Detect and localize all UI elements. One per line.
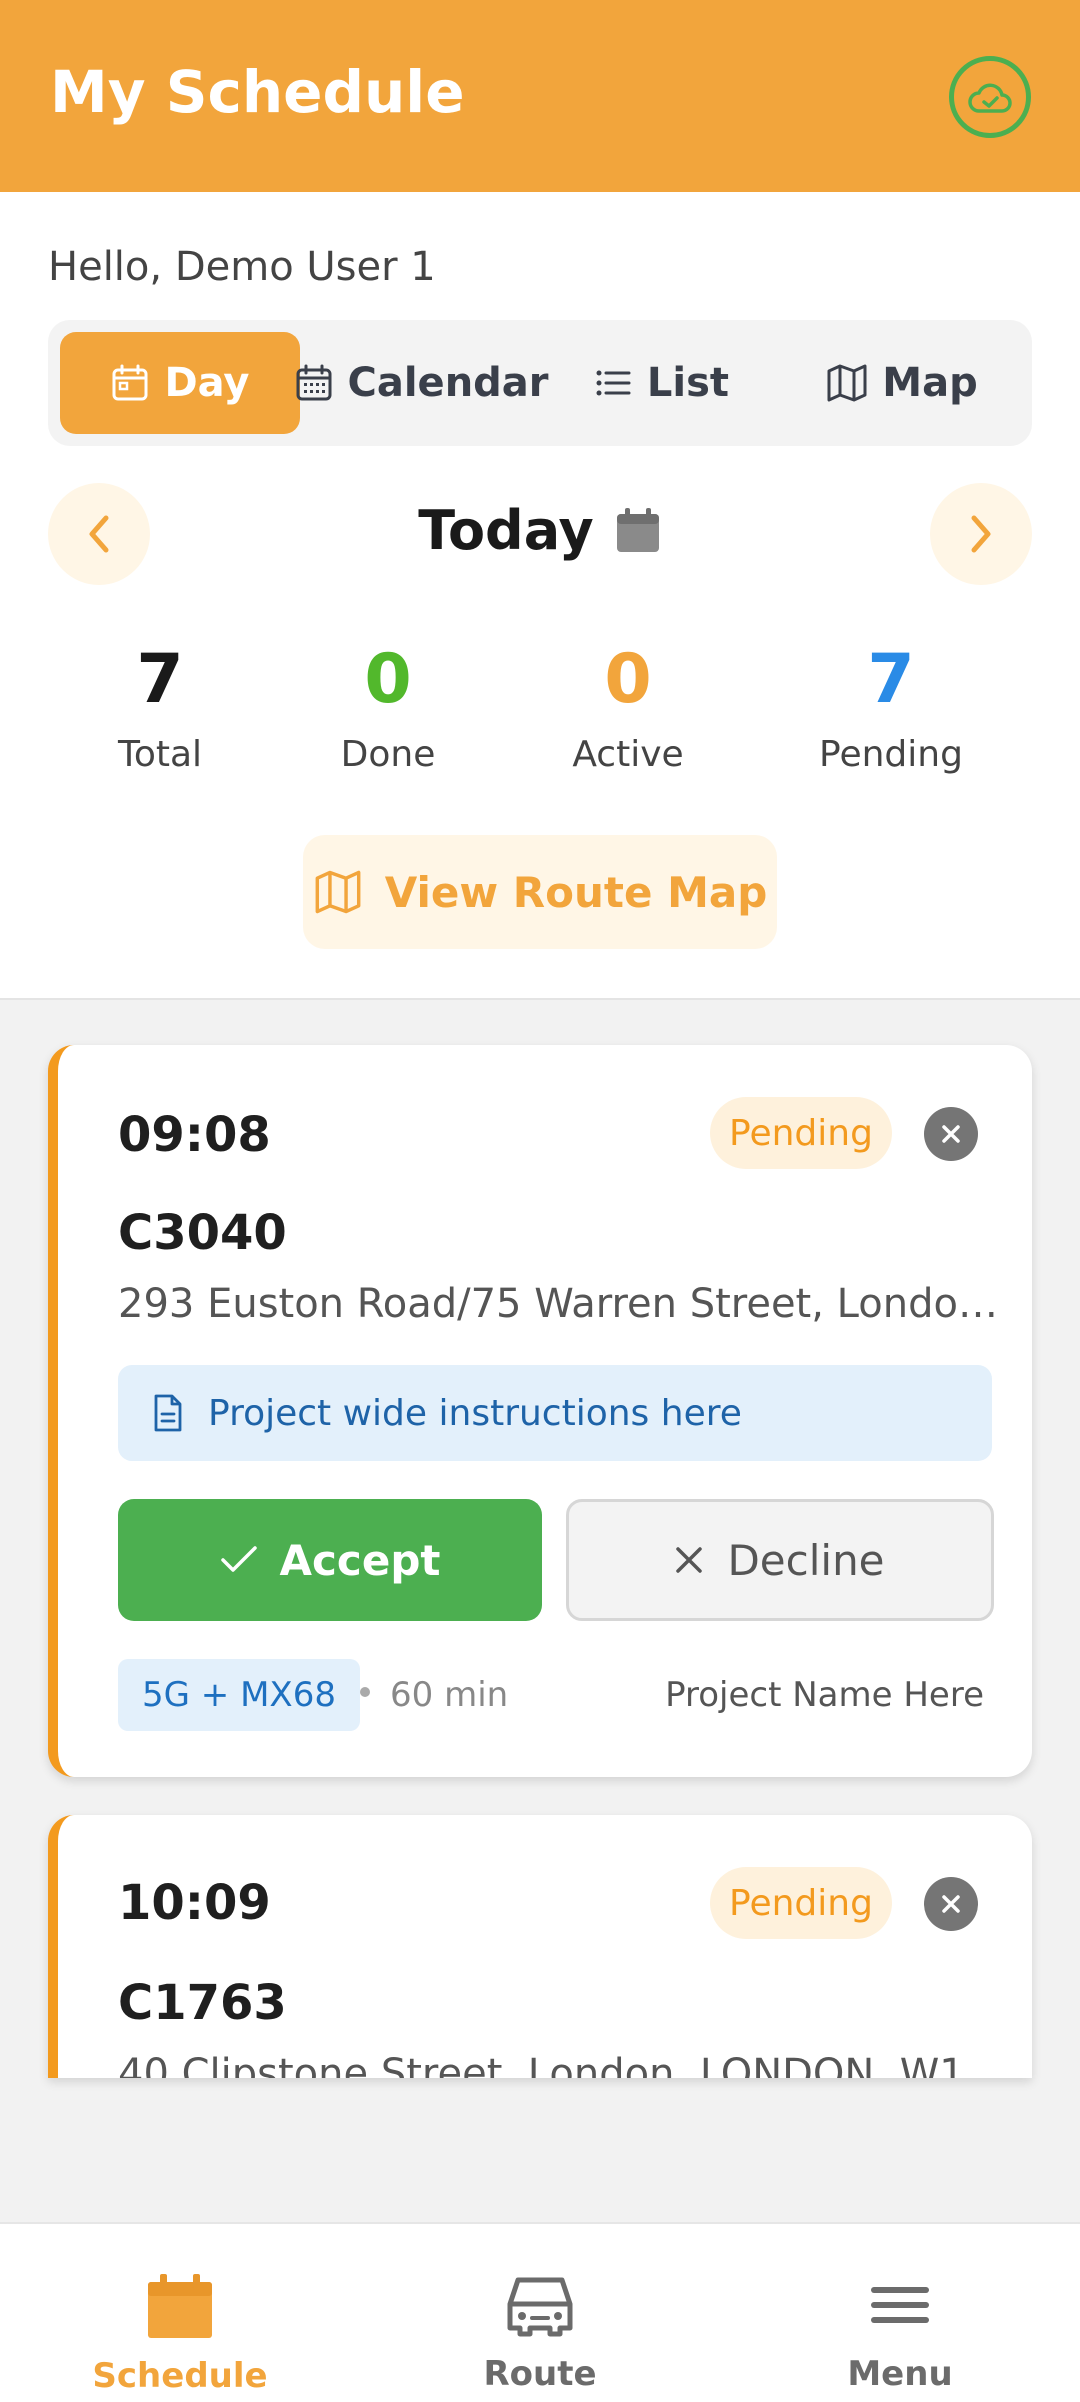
job-instructions-text: Project wide instructions here xyxy=(208,1392,742,1434)
check-icon xyxy=(220,1546,257,1572)
tab-list[interactable]: List xyxy=(542,332,780,434)
view-route-map-button[interactable]: View Route Map xyxy=(303,835,777,949)
app-header: My Schedule xyxy=(0,0,1080,192)
stat-total-value: 7 xyxy=(136,640,184,719)
list-icon xyxy=(596,370,631,396)
page-title: My Schedule xyxy=(50,58,465,126)
nav-route[interactable]: Route xyxy=(360,2224,720,2402)
bottom-navigation: Schedule Route Menu xyxy=(0,2222,1080,2402)
tab-day-label: Day xyxy=(164,360,250,406)
separator-dot xyxy=(360,1687,370,1697)
map-icon xyxy=(315,870,361,914)
greeting-text: Hello, Demo User 1 xyxy=(48,244,436,290)
status-badge: Pending xyxy=(710,1867,892,1939)
close-icon xyxy=(676,1547,703,1573)
nav-menu-label: Menu xyxy=(847,2354,953,2394)
stat-active: 0 Active xyxy=(528,640,728,775)
decline-button[interactable]: Decline xyxy=(566,1499,994,1621)
stat-done-label: Done xyxy=(340,734,436,775)
job-card[interactable]: 09:08 Pending C3040 293 Euston Road/75 W… xyxy=(48,1045,1032,1777)
stat-done-value: 0 xyxy=(364,640,412,719)
job-project-name: Project Name Here xyxy=(665,1675,984,1715)
close-icon xyxy=(942,1125,960,1143)
map-icon xyxy=(827,364,867,402)
nav-route-label: Route xyxy=(483,2354,597,2394)
stat-pending-value: 7 xyxy=(867,640,915,719)
calendar-grid-icon xyxy=(296,364,331,401)
stat-pending: 7 Pending xyxy=(791,640,991,775)
nav-menu[interactable]: Menu xyxy=(720,2224,1080,2402)
car-icon xyxy=(507,2277,573,2337)
job-code: C1763 xyxy=(118,1975,287,2031)
hamburger-menu-icon xyxy=(871,2287,929,2323)
tab-calendar[interactable]: Calendar xyxy=(296,332,549,434)
job-address: 293 Euston Road/75 Warren Street, London… xyxy=(118,1281,998,1327)
nav-schedule-label: Schedule xyxy=(92,2356,268,2396)
job-card[interactable]: 10:09 Pending C1763 40 Clipstone Street,… xyxy=(48,1815,1032,2078)
next-day-button[interactable] xyxy=(930,483,1032,585)
nav-schedule[interactable]: Schedule xyxy=(0,2224,360,2402)
view-switcher: Day Calendar List Map xyxy=(48,320,1032,446)
job-address: 40 Clipstone Street, London, LONDON, W1 xyxy=(118,2051,965,2078)
job-duration: 60 min xyxy=(390,1675,509,1715)
stat-total-label: Total xyxy=(117,734,203,775)
job-time: 10:09 xyxy=(118,1875,271,1931)
tab-map[interactable]: Map xyxy=(782,332,1022,434)
decline-label: Decline xyxy=(727,1535,885,1585)
tab-list-label: List xyxy=(646,360,730,406)
job-type-tag: 5G + MX68 xyxy=(118,1659,360,1731)
calendar-icon xyxy=(148,2274,212,2338)
stat-pending-label: Pending xyxy=(819,734,963,775)
cloud-check-icon xyxy=(968,83,1012,113)
close-icon xyxy=(942,1895,960,1913)
accept-label: Accept xyxy=(279,1535,441,1585)
tab-map-label: Map xyxy=(882,360,978,406)
cloud-sync-button[interactable] xyxy=(949,56,1031,138)
job-instructions[interactable]: Project wide instructions here xyxy=(118,1365,992,1461)
schedule-summary-panel: Hello, Demo User 1 Day Calendar List Map… xyxy=(0,192,1080,1000)
stat-total: 7 Total xyxy=(60,640,260,775)
date-selector[interactable]: Today xyxy=(0,498,1080,562)
chevron-right-icon xyxy=(971,515,991,553)
dismiss-job-button[interactable] xyxy=(924,1877,978,1931)
tab-day[interactable]: Day xyxy=(60,332,300,434)
job-time: 09:08 xyxy=(118,1107,271,1163)
accept-button[interactable]: Accept xyxy=(118,1499,542,1621)
current-date-label: Today xyxy=(418,498,594,562)
dismiss-job-button[interactable] xyxy=(924,1107,978,1161)
job-code: C3040 xyxy=(118,1205,287,1261)
status-badge: Pending xyxy=(710,1097,892,1169)
stat-active-label: Active xyxy=(572,734,684,775)
calendar-icon xyxy=(616,508,659,552)
stat-done: 0 Done xyxy=(288,640,488,775)
tab-calendar-label: Calendar xyxy=(347,360,549,406)
view-route-map-label: View Route Map xyxy=(384,867,768,917)
calendar-icon xyxy=(112,364,148,401)
document-icon xyxy=(154,1394,182,1432)
stat-active-value: 0 xyxy=(604,640,652,719)
